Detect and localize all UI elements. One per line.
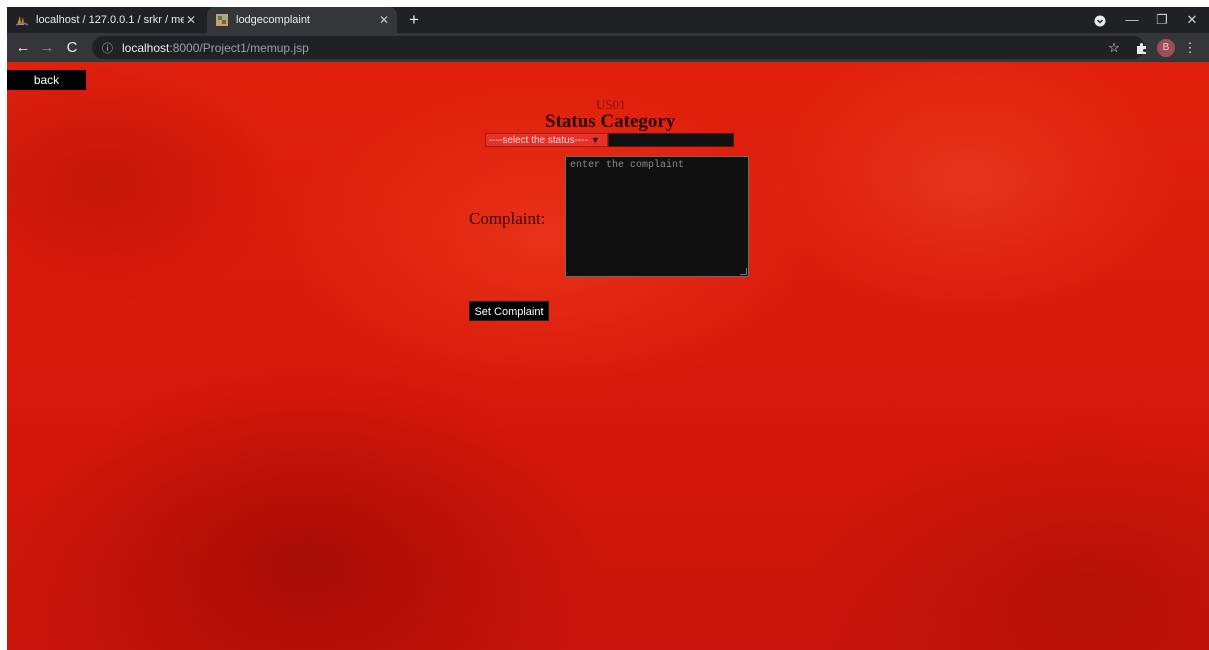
browser-toolbar: ← → C ⓘ localhost:8000/Project1/memup.js… [7,33,1209,62]
set-complaint-button[interactable]: Set Complaint [469,301,549,321]
page-viewport: back US01 Status Category ----select the… [7,62,1209,650]
back-button[interactable]: back [7,70,86,90]
chevron-down-icon: ▼ [590,135,600,145]
minimize-icon[interactable]: — [1117,7,1147,33]
url-path: :8000/Project1/memup.jsp [169,40,309,55]
profile-avatar[interactable]: B [1157,39,1175,59]
menu-kebab-icon[interactable]: ⋮ [1183,38,1197,58]
page-title: Status Category [545,111,676,132]
tab-close-icon[interactable]: ✕ [184,13,198,27]
site-info-icon[interactable]: ⓘ [102,40,116,56]
maximize-icon[interactable]: ❐ [1147,7,1177,33]
tab-phpmyadmin[interactable]: localhost / 127.0.0.1 / srkr / mem ✕ [9,7,204,33]
complaint-label: Complaint: [469,209,546,228]
complaint-placeholder: enter the complaint [570,160,685,171]
status-select[interactable]: ----select the status---- ▼ [485,133,608,147]
phpmyadmin-icon [15,16,29,26]
avatar: B [1157,39,1175,57]
page-favicon-icon [216,14,228,26]
tab-close-icon[interactable]: ✕ [377,13,391,27]
forward-arrow-icon[interactable]: → [37,38,57,58]
new-tab-icon[interactable]: + [404,10,424,30]
status-select-value: ----select the status---- [489,134,588,146]
address-bar[interactable]: ⓘ localhost:8000/Project1/memup.jsp [92,36,1145,59]
tab-lodgecomplaint[interactable]: lodgecomplaint ✕ [207,7,397,33]
tab-search-icon[interactable] [1085,7,1115,33]
tab-title: localhost / 127.0.0.1 / srkr / mem [36,14,184,26]
status-input[interactable] [608,133,734,147]
window-close-icon[interactable]: ✕ [1177,7,1207,33]
extensions-icon[interactable] [1131,38,1151,58]
resize-handle-icon[interactable] [740,268,747,275]
tab-strip: localhost / 127.0.0.1 / srkr / mem ✕ lod… [7,7,1209,33]
reload-icon[interactable]: C [62,38,82,58]
tab-title: lodgecomplaint [236,14,310,26]
back-arrow-icon[interactable]: ← [13,38,33,58]
url-host: localhost [122,40,170,55]
complaint-textarea[interactable]: enter the complaint [565,156,749,277]
bookmark-star-icon[interactable]: ☆ [1104,38,1124,58]
